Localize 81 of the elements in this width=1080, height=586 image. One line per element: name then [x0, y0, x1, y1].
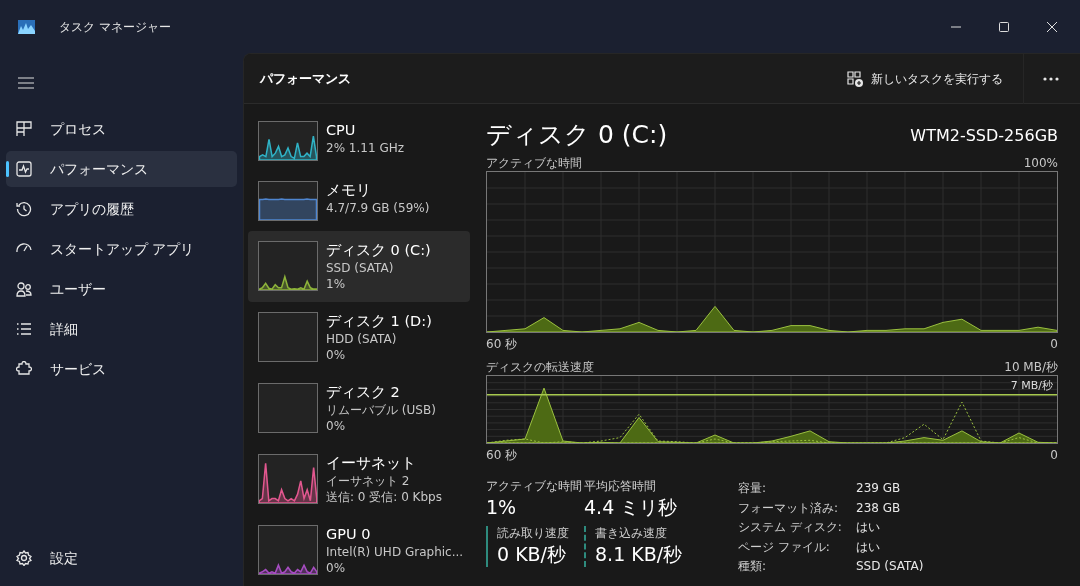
device-item[interactable]: イーサネット イーサネット 2 送信: 0 受信: 0 Kbps — [248, 444, 470, 515]
window-title: タスク マネージャー — [59, 18, 171, 36]
stat-value: 1% — [486, 495, 518, 520]
new-task-icon — [847, 70, 863, 87]
app-icon — [18, 19, 35, 34]
device-info: 0% — [326, 418, 347, 434]
property-label: システム ディスク: — [738, 519, 843, 536]
history-icon — [16, 201, 32, 217]
puzzle-icon — [16, 361, 32, 377]
property-label: ページ ファイル: — [738, 538, 831, 556]
device-info: 2% 1.11 GHz — [326, 140, 404, 156]
disk-model: WTM2-SSD-256GB — [910, 125, 1058, 147]
property-label: 容量: — [738, 480, 768, 497]
stat-value: 0 KB/秒 — [497, 542, 568, 567]
stat-label: アクティブな時間 — [486, 479, 583, 494]
device-info: Intel(R) UHD Graphic... — [326, 544, 464, 560]
axis-label: 0 — [1050, 337, 1058, 352]
close-icon — [1047, 21, 1057, 32]
maximize-icon — [999, 21, 1009, 32]
list-icon — [16, 321, 32, 337]
device-name: GPU 0 — [326, 525, 372, 544]
axis-label: 0 — [1050, 448, 1058, 463]
property-value: 238 GB — [856, 499, 901, 517]
threshold-label: 7 MB/秒 — [1010, 379, 1053, 392]
device-name: メモリ — [326, 181, 372, 200]
chart-title: ディスクの転送速度 — [486, 360, 594, 375]
stat-value: 8.1 KB/秒 — [595, 542, 684, 567]
device-item[interactable]: メモリ 4.7/7.9 GB (59%) — [248, 171, 470, 231]
nav-item[interactable]: ユーザー — [6, 271, 237, 307]
stat-label: 読み取り速度 — [497, 526, 570, 541]
device-info: 1% — [326, 276, 347, 292]
axis-label: 60 秒 — [486, 337, 518, 352]
device-info: イーサネット 2 — [326, 473, 411, 489]
device-name: ディスク 2 — [326, 383, 401, 402]
mini-graph — [258, 383, 318, 433]
property-value: はい — [856, 519, 880, 536]
menu-icon — [18, 77, 34, 89]
device-item[interactable]: ディスク 2 リムーバブル (USB) 0% — [248, 373, 470, 444]
nav-item[interactable]: パフォーマンス — [6, 151, 237, 187]
device-item[interactable]: GPU 0 Intel(R) UHD Graphic... 0% — [248, 515, 470, 586]
settings-icon — [16, 550, 32, 566]
mini-graph — [258, 312, 318, 362]
stat-value: 4.4 ミリ秒 — [584, 495, 679, 520]
users-icon — [16, 281, 32, 297]
stat-label: 書き込み速度 — [595, 526, 668, 541]
property-value: はい — [856, 538, 880, 556]
device-name: CPU — [326, 121, 357, 140]
device-info: 4.7/7.9 GB (59%) — [326, 200, 430, 216]
pulse-icon — [16, 161, 32, 177]
property-label: 種類: — [738, 558, 768, 575]
device-info: リムーバブル (USB) — [326, 402, 436, 418]
settings-button[interactable]: 設定 — [6, 540, 237, 576]
stat-label: 平均応答時間 — [584, 479, 657, 494]
device-info: 0% — [326, 560, 347, 576]
property-label: フォーマット済み: — [738, 499, 840, 517]
nav-item[interactable]: 詳細 — [6, 311, 237, 347]
axis-label: 10 MB/秒 — [1004, 360, 1058, 375]
device-info: 送信: 0 受信: 0 Kbps — [326, 489, 442, 505]
chart-title: アクティブな時間 — [486, 156, 582, 171]
device-item[interactable]: CPU 2% 1.11 GHz — [248, 111, 470, 171]
device-name: ディスク 1 (D:) — [326, 312, 432, 331]
device-info: 0% — [326, 347, 347, 363]
device-info: HDD (SATA) — [326, 331, 398, 347]
run-task-button[interactable]: 新しいタスクを実行する — [839, 63, 1011, 94]
disk-title: ディスク 0 (C:) — [486, 119, 668, 151]
device-name: イーサネット — [326, 454, 417, 473]
nav-item[interactable]: プロセス — [6, 111, 237, 147]
nav-item[interactable]: スタートアップ アプリ — [6, 231, 237, 267]
device-name: ディスク 0 (C:) — [326, 241, 431, 260]
property-value: 239 GB — [856, 480, 901, 497]
page-title: パフォーマンス — [260, 69, 351, 88]
device-info: SSD (SATA) — [326, 260, 395, 276]
axis-label: 100% — [1023, 156, 1058, 171]
property-value: SSD (SATA) — [856, 558, 924, 575]
axis-label: 60 秒 — [486, 448, 518, 463]
device-item[interactable]: ディスク 0 (C:) SSD (SATA) 1% — [248, 231, 470, 302]
nav-item[interactable]: アプリの履歴 — [6, 191, 237, 227]
grid-icon — [16, 121, 32, 137]
more-icon — [1043, 76, 1059, 81]
device-item[interactable]: ディスク 1 (D:) HDD (SATA) 0% — [248, 302, 470, 373]
nav-item[interactable]: サービス — [6, 351, 237, 387]
